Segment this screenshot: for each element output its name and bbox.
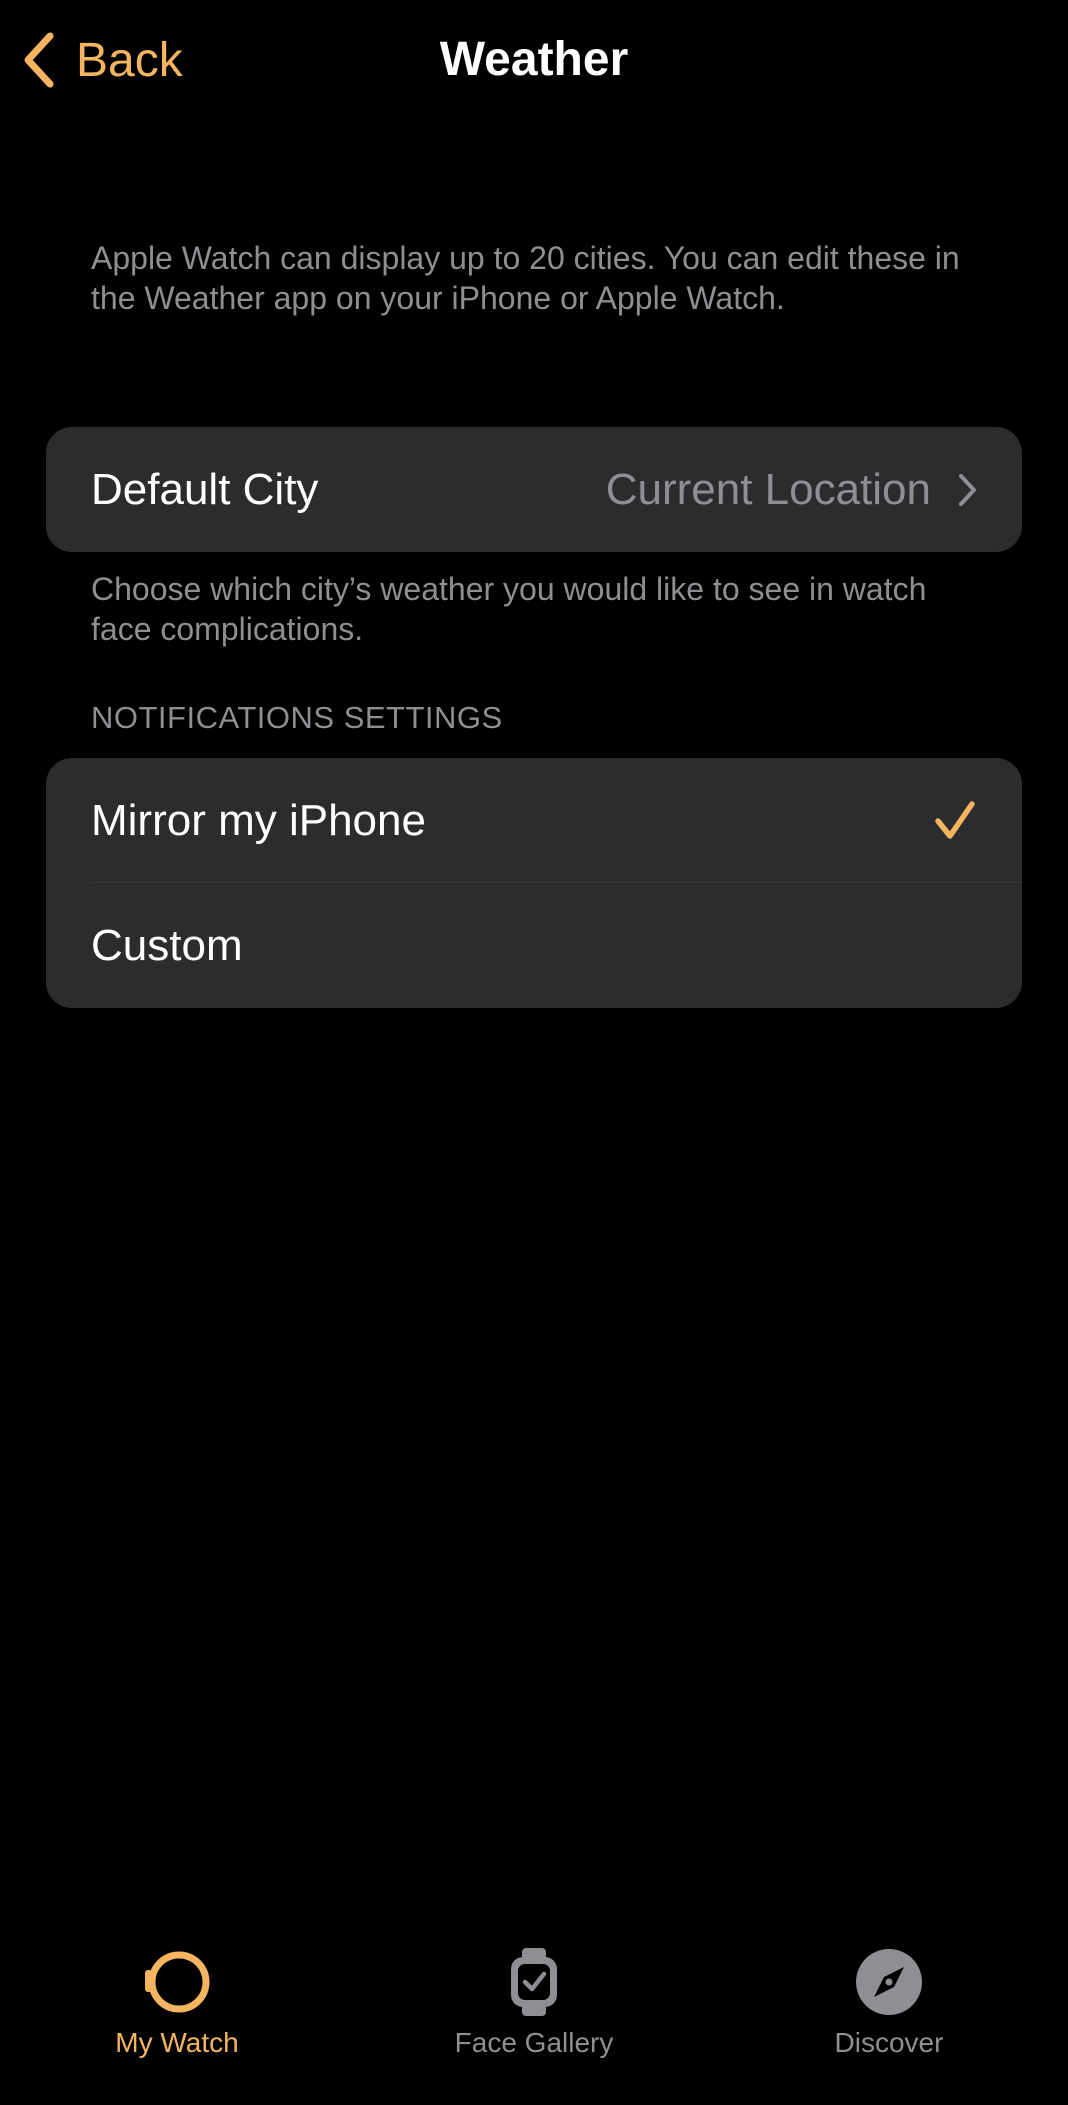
- intro-description: Apple Watch can display up to 20 cities.…: [91, 240, 960, 316]
- watch-face-icon: [506, 1945, 562, 2019]
- notifications-section-header: NOTIFICATIONS SETTINGS: [91, 700, 503, 735]
- page-title: Weather: [439, 33, 629, 86]
- option-label: Mirror my iPhone: [91, 795, 426, 845]
- default-city-value: Current Location: [605, 464, 931, 514]
- tab-my-watch[interactable]: My Watch: [47, 1945, 307, 2075]
- default-city-row[interactable]: Default City Current Location: [46, 427, 1022, 552]
- option-mirror-iphone[interactable]: Mirror my iPhone: [46, 758, 1022, 883]
- default-city-footer: Choose which city’s weather you would li…: [91, 571, 927, 647]
- tab-bar: My Watch Face Gallery Discover: [0, 1925, 1068, 2105]
- tab-face-gallery[interactable]: Face Gallery: [404, 1945, 664, 2075]
- default-city-label: Default City: [91, 464, 319, 514]
- option-custom[interactable]: Custom: [46, 883, 1022, 1008]
- checkmark-icon: [935, 800, 975, 839]
- option-label: Custom: [91, 920, 243, 970]
- default-city-group: Default City Current Location: [46, 427, 1022, 552]
- tab-label: Face Gallery: [454, 2027, 614, 2058]
- tab-label: My Watch: [115, 2027, 239, 2058]
- navigation-bar: Back Weather: [0, 0, 1068, 120]
- compass-icon: [854, 1945, 924, 2019]
- tab-label: Discover: [834, 2027, 944, 2058]
- chevron-right-icon: [959, 473, 976, 506]
- tab-discover[interactable]: Discover: [759, 1945, 1019, 2075]
- notifications-group: Mirror my iPhone Custom: [46, 758, 1022, 1008]
- watch-icon: [141, 1945, 213, 2019]
